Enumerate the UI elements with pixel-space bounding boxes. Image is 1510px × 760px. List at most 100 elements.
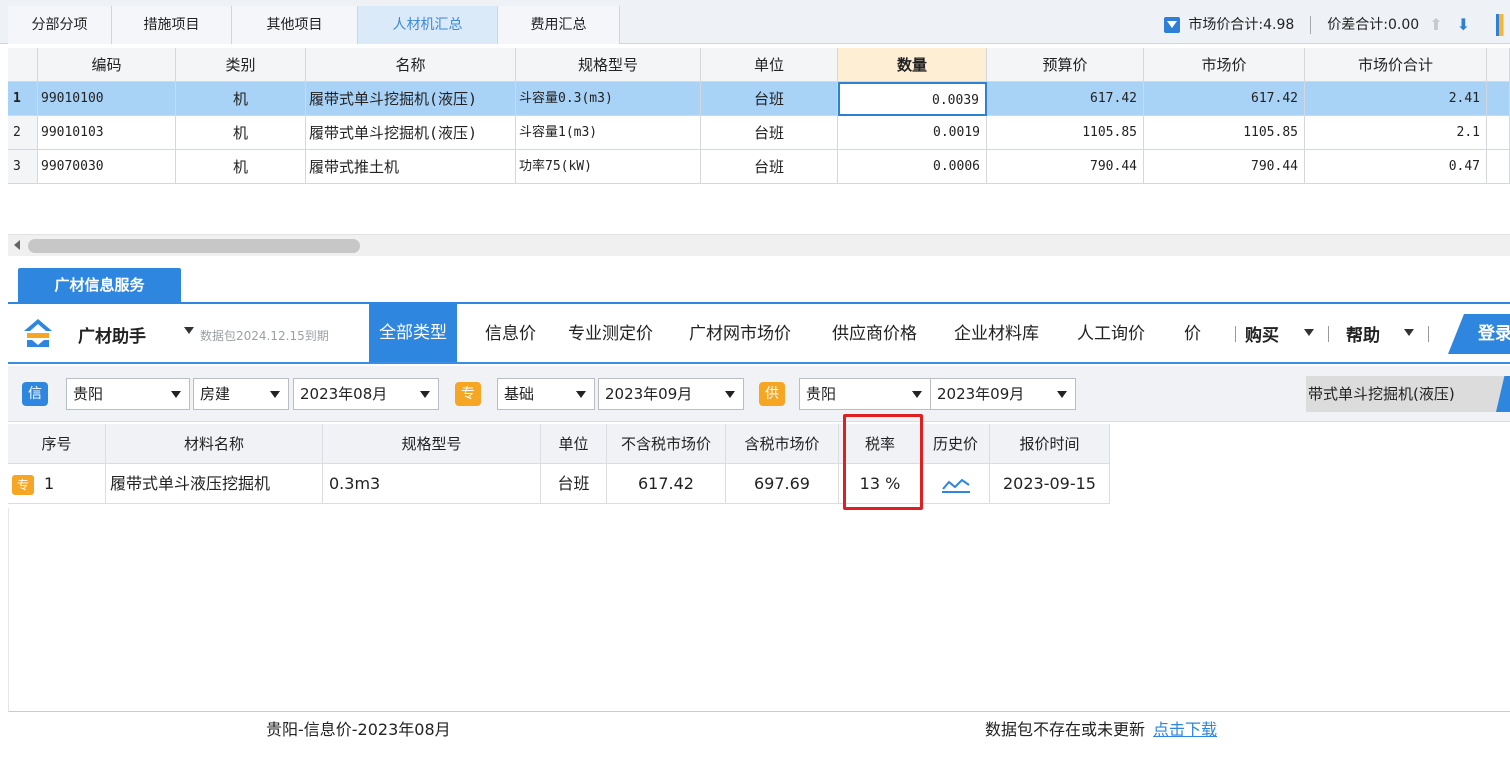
header-price-excl-tax[interactable]: 不含税市场价	[607, 424, 726, 464]
cell-qty-input[interactable]: 0.0039	[838, 82, 987, 116]
cell-market[interactable]: 1105.85	[1144, 116, 1305, 150]
search-keyword-chip[interactable]: 带式单斗挖掘机(液压)	[1306, 376, 1510, 412]
header-material-name[interactable]: 材料名称	[106, 424, 323, 464]
table-row[interactable]: 1 99010100 机 履带式单斗挖掘机(液压) 斗容量0.3(m3) 台班 …	[8, 82, 1510, 116]
cell-spec[interactable]: 0.3m3	[323, 464, 541, 504]
cell-type[interactable]: 机	[176, 116, 306, 150]
help-menu[interactable]: 帮助	[1346, 321, 1380, 346]
header-spec[interactable]: 规格型号	[516, 48, 701, 82]
cell-spec[interactable]: 功率75(kW)	[516, 150, 701, 184]
cell-unit[interactable]: 台班	[701, 116, 838, 150]
divider	[1328, 326, 1329, 342]
cell-code[interactable]: 99010103	[38, 116, 176, 150]
cell-code[interactable]: 99010100	[38, 82, 176, 116]
move-down-icon[interactable]: ⬇	[1457, 6, 1470, 44]
cell-price-incl-tax[interactable]: 697.69	[726, 464, 839, 504]
cell-history-price[interactable]	[922, 464, 990, 504]
table-row[interactable]: 2 99010103 机 履带式单斗挖掘机(液压) 斗容量1(m3) 台班 0.…	[8, 116, 1510, 150]
grid-header: 编码 类别 名称 规格型号 单位 数量 预算价 市场价 市场价合计	[8, 48, 1510, 82]
tab-all-types[interactable]: 全部类型	[369, 304, 457, 362]
tab-cuoshi[interactable]: 措施项目	[112, 6, 232, 44]
table-row[interactable]: 专1 履带式单斗液压挖掘机 0.3m3 台班 617.42 697.69 13 …	[8, 464, 1110, 504]
header-spec[interactable]: 规格型号	[323, 424, 541, 464]
header-seq[interactable]: 序号	[8, 424, 106, 464]
header-code[interactable]: 编码	[38, 48, 176, 82]
assistant-menu[interactable]: 广材助手	[78, 322, 146, 347]
cell-unit[interactable]: 台班	[701, 82, 838, 116]
scroll-left-icon[interactable]	[14, 240, 20, 250]
cell-code[interactable]: 99070030	[38, 150, 176, 184]
category-select-2[interactable]: 基础	[497, 378, 595, 410]
cell-budget[interactable]: 790.44	[987, 150, 1144, 184]
period-select-1[interactable]: 2023年08月	[293, 378, 439, 410]
cell-unit[interactable]: 台班	[701, 150, 838, 184]
cell-type[interactable]: 机	[176, 82, 306, 116]
period-select-3[interactable]: 2023年09月	[930, 378, 1076, 410]
tab-enterprise-library[interactable]: 企业材料库	[954, 318, 1039, 350]
cell-name[interactable]: 履带式单斗挖掘机(液压)	[306, 82, 516, 116]
tab-qita[interactable]: 其他项目	[232, 6, 358, 44]
cell-market-total[interactable]: 2.1	[1305, 116, 1487, 150]
tab-professional-price[interactable]: 专业测定价	[568, 318, 653, 350]
download-link[interactable]: 点击下载	[1153, 720, 1217, 739]
tab-material-info-service[interactable]: 广材信息服务	[18, 268, 181, 302]
header-quote-time[interactable]: 报价时间	[990, 424, 1110, 464]
header-type[interactable]: 类别	[176, 48, 306, 82]
cell-name[interactable]: 履带式推土机	[306, 150, 516, 184]
buy-menu[interactable]: 购买	[1245, 321, 1279, 346]
table-row[interactable]: 3 99070030 机 履带式推土机 功率75(kW) 台班 0.0006 7…	[8, 150, 1510, 184]
header-budget[interactable]: 预算价	[987, 48, 1144, 82]
header-unit[interactable]: 单位	[541, 424, 607, 464]
tab-supplier-price[interactable]: 供应商价格	[832, 318, 917, 350]
tab-price-truncated[interactable]: 价	[1184, 318, 1204, 350]
cell-market-total[interactable]: 0.47	[1305, 150, 1487, 184]
tab-gldjc-market-price[interactable]: 广材网市场价	[689, 318, 791, 350]
period-select-2[interactable]: 2023年09月	[598, 378, 744, 410]
cell-unit[interactable]: 台班	[541, 464, 607, 504]
cell-market-total[interactable]: 2.41	[1305, 82, 1487, 116]
cell-type[interactable]: 机	[176, 150, 306, 184]
header-unit[interactable]: 单位	[701, 48, 838, 82]
cell-qty[interactable]: 0.0019	[838, 116, 987, 150]
header-qty[interactable]: 数量	[838, 48, 987, 82]
header-tax-rate[interactable]: 税率	[839, 424, 922, 464]
cell-tax-rate[interactable]: 13 %	[839, 464, 922, 504]
price-result-grid: 序号 材料名称 规格型号 单位 不含税市场价 含税市场价 税率 历史价 报价时间…	[8, 424, 1110, 504]
category-select-1[interactable]: 房建	[193, 378, 289, 410]
chevron-down-icon[interactable]	[1304, 329, 1314, 336]
chevron-down-icon	[1057, 391, 1067, 398]
cell-spec[interactable]: 斗容量1(m3)	[516, 116, 701, 150]
header-history-price[interactable]: 历史价	[922, 424, 990, 464]
header-market-total[interactable]: 市场价合计	[1305, 48, 1487, 82]
chevron-down-icon[interactable]	[1404, 329, 1414, 336]
filter-icon[interactable]	[1164, 17, 1181, 33]
tab-info-price[interactable]: 信息价	[485, 318, 536, 350]
cell-name[interactable]: 履带式单斗挖掘机(液压)	[306, 116, 516, 150]
cell-spec[interactable]: 斗容量0.3(m3)	[516, 82, 701, 116]
cell-market[interactable]: 790.44	[1144, 150, 1305, 184]
tab-labor-inquiry[interactable]: 人工询价	[1077, 318, 1145, 350]
region-select-1[interactable]: 贵阳	[66, 378, 190, 410]
cell-budget[interactable]: 1105.85	[987, 116, 1144, 150]
cell-material-name[interactable]: 履带式单斗液压挖掘机	[106, 464, 323, 504]
region-select-3[interactable]: 贵阳	[799, 378, 931, 410]
tab-fenbu[interactable]: 分部分项	[8, 6, 112, 44]
tab-feiyong[interactable]: 费用汇总	[498, 6, 620, 44]
login-button[interactable]: 登录	[1448, 314, 1510, 354]
cell-market[interactable]: 617.42	[1144, 82, 1305, 116]
horizontal-scrollbar[interactable]	[8, 234, 1510, 256]
header-market[interactable]: 市场价	[1144, 48, 1305, 82]
settings-icon[interactable]	[1496, 14, 1510, 36]
chevron-down-icon[interactable]	[184, 327, 194, 334]
header-name[interactable]: 名称	[306, 48, 516, 82]
cell-qty[interactable]: 0.0006	[838, 150, 987, 184]
tab-rencaiji[interactable]: 人材机汇总	[358, 6, 498, 44]
cell-budget[interactable]: 617.42	[987, 82, 1144, 116]
trend-chart-icon[interactable]	[941, 476, 971, 494]
move-up-icon[interactable]: ⬆	[1429, 6, 1442, 44]
header-price-incl-tax[interactable]: 含税市场价	[726, 424, 839, 464]
scroll-thumb[interactable]	[28, 239, 360, 253]
cell-price-excl-tax[interactable]: 617.42	[607, 464, 726, 504]
cell-quote-time[interactable]: 2023-09-15	[990, 464, 1110, 504]
summary-area: 市场价合计:4.98 价差合计:0.00 ⬆ ⬇	[1164, 6, 1510, 44]
